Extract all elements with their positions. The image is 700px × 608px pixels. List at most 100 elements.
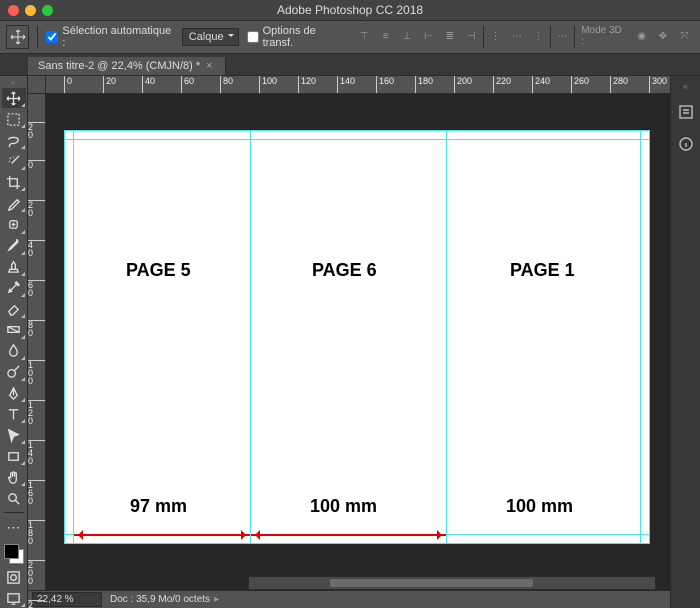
color-swatches[interactable] — [2, 542, 26, 566]
separator — [483, 26, 484, 48]
crop-tool[interactable] — [2, 172, 26, 192]
auto-select-checkbox[interactable]: Sélection automatique : — [46, 25, 173, 49]
distribute-icon[interactable]: ⋮ — [486, 26, 505, 46]
layer-select-dropdown[interactable]: Calque — [182, 28, 239, 46]
3d-orbit-icon[interactable]: ◉ — [632, 26, 651, 46]
dodge-tool[interactable] — [2, 362, 26, 382]
transform-controls-label: Options de transf. — [263, 25, 347, 49]
brush-tool[interactable] — [2, 236, 26, 256]
main-area: » ⋯ 0204060801001201401601802002202402 — [0, 76, 700, 608]
close-tab-icon[interactable]: × — [206, 60, 212, 72]
transform-controls-input[interactable] — [247, 31, 259, 43]
align-controls: ⊤ ≡ ⊥ ⊢ ≣ ⊣ ⋮ ⋯ ⋮ ⋯ Mode 3D : ◉ ✥ ⤧ — [355, 26, 694, 48]
pen-tool[interactable] — [2, 383, 26, 403]
gradient-tool[interactable] — [2, 320, 26, 340]
eyedropper-tool[interactable] — [2, 193, 26, 213]
guide-vertical[interactable] — [640, 130, 641, 544]
edit-toolbar-icon[interactable]: ⋯ — [2, 517, 26, 537]
ruler-tick: 40 — [142, 76, 155, 93]
auto-select-input[interactable] — [46, 31, 58, 43]
zoom-tool[interactable] — [2, 488, 26, 508]
window-close-button[interactable] — [8, 5, 19, 16]
scrollbar-thumb[interactable] — [330, 579, 533, 587]
panel-grip[interactable]: « — [683, 82, 687, 91]
toolbox-grip[interactable]: » — [11, 78, 16, 87]
more-icon[interactable]: ⋯ — [553, 26, 572, 46]
lasso-tool[interactable] — [2, 130, 26, 150]
separator — [574, 26, 575, 48]
page-label: PAGE 5 — [126, 260, 191, 281]
window-minimize-button[interactable] — [25, 5, 36, 16]
window-maximize-button[interactable] — [42, 5, 53, 16]
ruler-origin[interactable] — [28, 76, 46, 94]
window-controls — [8, 5, 53, 16]
properties-panel-icon[interactable] — [675, 101, 697, 123]
viewport[interactable]: PAGE 5 PAGE 6 PAGE 1 97 mm 100 mm 100 mm — [46, 94, 670, 590]
toolbox: » ⋯ — [0, 76, 28, 608]
eraser-tool[interactable] — [2, 299, 26, 319]
right-panel-strip: « — [670, 76, 700, 608]
path-selection-tool[interactable] — [2, 425, 26, 445]
healing-brush-tool[interactable] — [2, 214, 26, 234]
ruler-tick: 100 — [259, 76, 277, 93]
guide-vertical[interactable] — [64, 130, 65, 544]
distribute-icon[interactable]: ⋮ — [529, 26, 548, 46]
align-bottom-icon[interactable]: ⊥ — [397, 26, 416, 46]
ruler-tick: 300 — [649, 76, 667, 93]
vertical-ruler[interactable]: 20020406080100120140160180200220 — [28, 94, 46, 590]
info-panel-icon[interactable] — [675, 133, 697, 155]
mode3d-label: Mode 3D : — [577, 26, 630, 46]
move-tool[interactable] — [2, 88, 26, 108]
app-title: Adobe Photoshop CC 2018 — [277, 3, 423, 17]
canvas-area: 0204060801001201401601802002202402602803… — [28, 76, 670, 608]
blur-tool[interactable] — [2, 341, 26, 361]
distribute-icon[interactable]: ⋯ — [507, 26, 526, 46]
align-hcenter-icon[interactable]: ≣ — [440, 26, 459, 46]
guide-horizontal[interactable] — [64, 543, 650, 544]
ruler-tick: 120 — [298, 76, 316, 93]
ruler-tick: 280 — [610, 76, 628, 93]
ruler-tick: 20 — [103, 76, 116, 93]
guide-vertical[interactable] — [446, 130, 447, 544]
document-tab[interactable]: Sans titre-2 @ 22,4% (CMJN/8) * × — [28, 57, 226, 75]
dimension-arrow — [251, 534, 446, 536]
guide-vertical[interactable] — [73, 130, 74, 544]
3d-move-icon[interactable]: ✥ — [653, 26, 672, 46]
type-tool[interactable] — [2, 404, 26, 424]
horizontal-scrollbar[interactable] — [248, 576, 656, 590]
screen-mode-icon[interactable] — [2, 588, 26, 608]
ruler-tick: 20 — [28, 122, 45, 139]
align-right-icon[interactable]: ⊣ — [461, 26, 480, 46]
dimension-label: 97 mm — [130, 496, 187, 517]
transform-controls-checkbox[interactable]: Options de transf. — [247, 25, 347, 49]
guide-horizontal[interactable] — [64, 130, 650, 131]
page-label: PAGE 6 — [312, 260, 377, 281]
ruler-tick: 40 — [28, 240, 45, 257]
clone-stamp-tool[interactable] — [2, 257, 26, 277]
3d-scale-icon[interactable]: ⤧ — [675, 26, 694, 46]
dimension-arrow — [74, 534, 250, 536]
rectangle-tool[interactable] — [2, 446, 26, 466]
guide-horizontal[interactable] — [64, 139, 650, 140]
separator — [4, 512, 24, 513]
history-brush-tool[interactable] — [2, 278, 26, 298]
quick-mask-icon[interactable] — [2, 567, 26, 587]
align-vcenter-icon[interactable]: ≡ — [376, 26, 395, 46]
guide-vertical[interactable] — [649, 130, 650, 544]
magic-wand-tool[interactable] — [2, 151, 26, 171]
doc-info[interactable]: Doc : 35,9 Mo/0 octets — [110, 594, 219, 605]
move-tool-indicator[interactable] — [6, 25, 29, 49]
ruler-tick: 260 — [571, 76, 589, 93]
align-top-icon[interactable]: ⊤ — [355, 26, 374, 46]
hand-tool[interactable] — [2, 467, 26, 487]
guide-vertical[interactable] — [250, 130, 251, 544]
ruler-tick: 80 — [220, 76, 233, 93]
document-tab-bar: Sans titre-2 @ 22,4% (CMJN/8) * × — [0, 54, 700, 76]
align-left-icon[interactable]: ⊢ — [419, 26, 438, 46]
ruler-tick: 220 — [28, 600, 45, 608]
marquee-tool[interactable] — [2, 109, 26, 129]
foreground-color-swatch[interactable] — [4, 544, 19, 559]
artboard[interactable]: PAGE 5 PAGE 6 PAGE 1 97 mm 100 mm 100 mm — [64, 130, 650, 544]
horizontal-ruler[interactable]: 0204060801001201401601802002202402602803… — [46, 76, 670, 94]
ruler-tick: 0 — [64, 76, 72, 93]
